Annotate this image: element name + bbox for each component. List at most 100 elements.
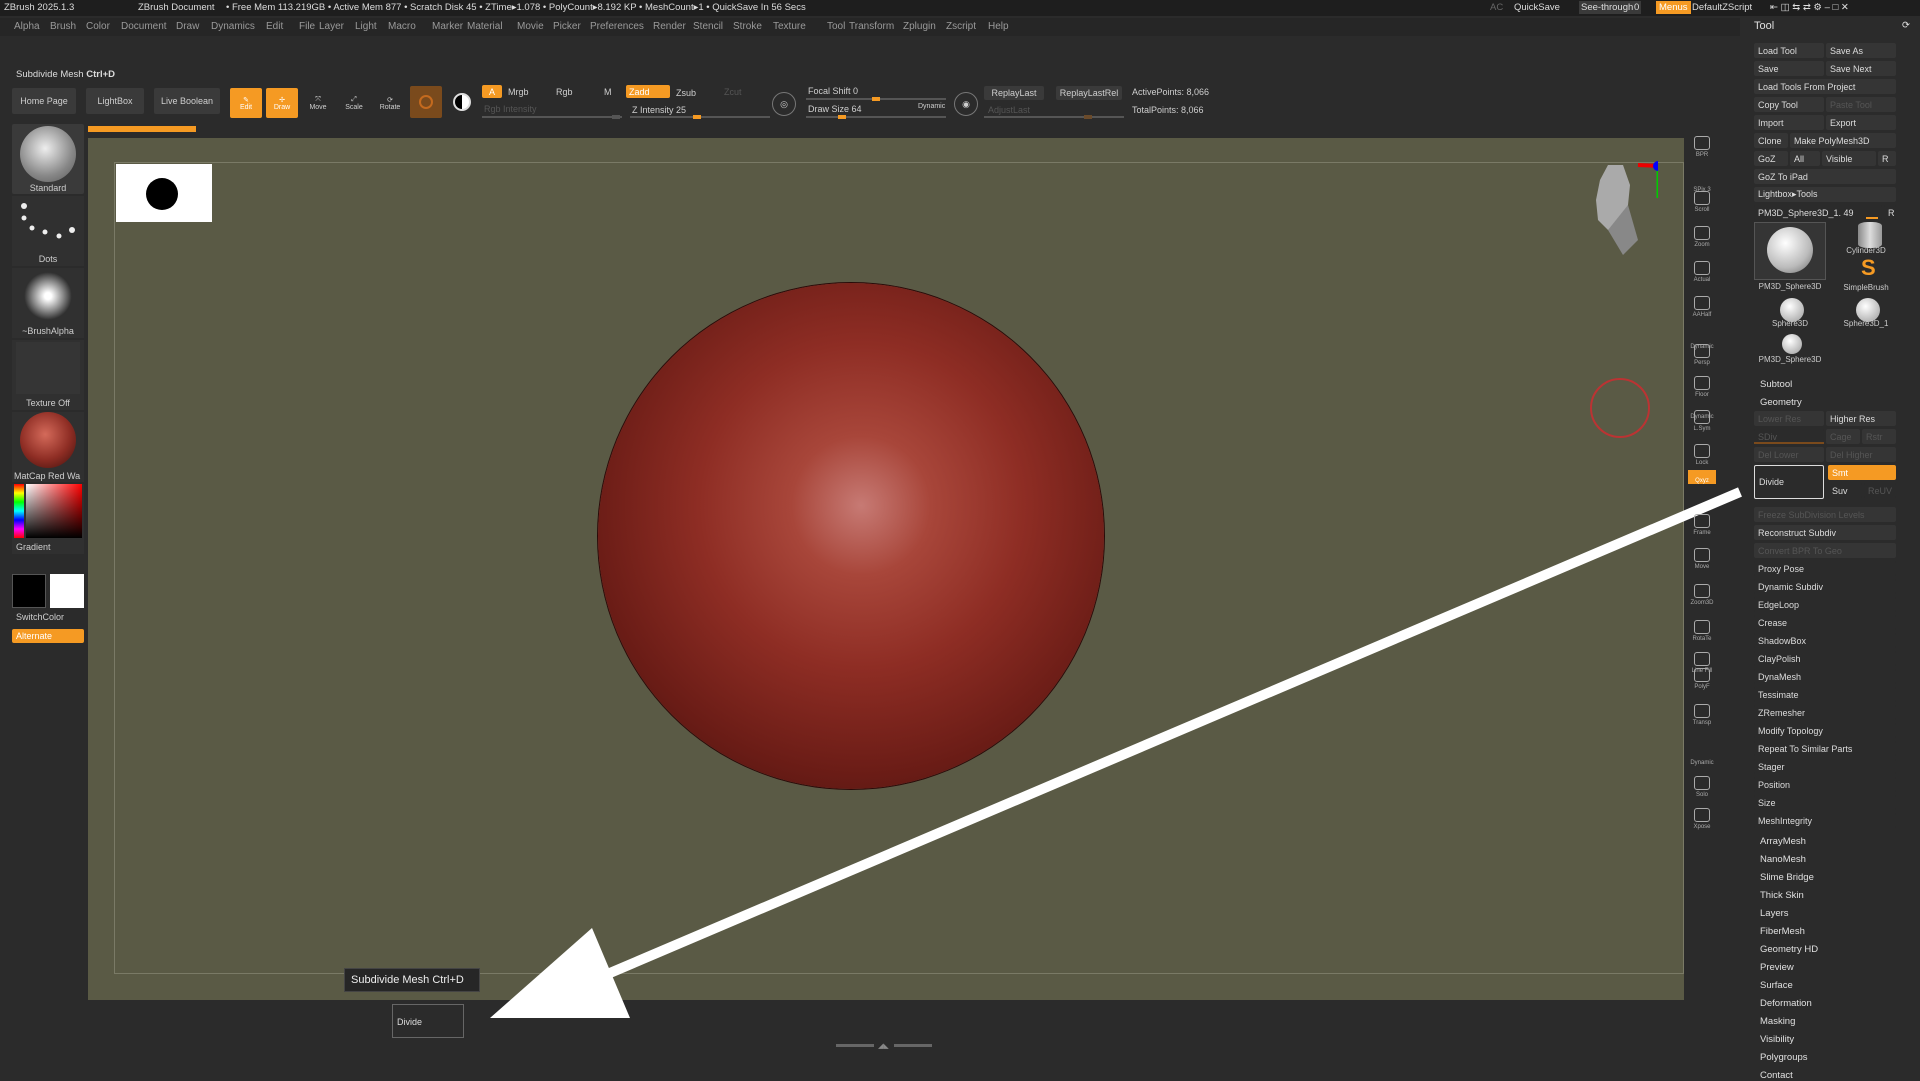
material-slot[interactable]: MatCap Red Wa	[12, 412, 84, 482]
draw-size-slider[interactable]: Draw Size 64	[808, 104, 862, 114]
reuv-button[interactable]: ReUV	[1864, 483, 1896, 498]
menu-movie[interactable]: Movie	[517, 21, 544, 32]
menu-stroke[interactable]: Stroke	[733, 21, 762, 32]
sdiv-track[interactable]	[1754, 442, 1824, 444]
smt-toggle[interactable]: Smt	[1828, 465, 1896, 480]
color-picker[interactable]: Gradient	[12, 484, 84, 554]
current-tool-slider[interactable]: PM3D_Sphere3D_1. 49	[1754, 205, 1882, 220]
section-contact[interactable]: Contact	[1760, 1070, 1793, 1081]
mrgb-button[interactable]: Mrgb	[508, 87, 529, 97]
refresh-icon[interactable]: ⟳	[1902, 20, 1910, 31]
menu-color[interactable]: Color	[86, 21, 110, 32]
draw-size-icon[interactable]: ◉	[954, 92, 978, 116]
shelf-xpose-button[interactable]: Xpose	[1688, 802, 1716, 830]
quicksave-button[interactable]: QuickSave	[1514, 2, 1560, 13]
geometry-crease[interactable]: Crease	[1754, 615, 1896, 630]
color-square[interactable]	[26, 484, 82, 538]
shelf-aahalf-button[interactable]: AAHalf	[1688, 290, 1716, 318]
menu-help[interactable]: Help	[988, 21, 1009, 32]
menu-render[interactable]: Render	[653, 21, 686, 32]
menu-file[interactable]: File	[299, 21, 315, 32]
alpha-slot[interactable]: ~BrushAlpha	[12, 268, 84, 338]
menu-macro[interactable]: Macro	[388, 21, 416, 32]
geometry-convert-bpr-to-geo[interactable]: Convert BPR To Geo	[1754, 543, 1896, 558]
rotate-button[interactable]: ⟳ Rotate	[374, 88, 406, 118]
cage-button[interactable]: Cage	[1826, 429, 1860, 444]
color-picker-button[interactable]	[448, 88, 476, 116]
ac-label[interactable]: AC	[1490, 2, 1503, 13]
shelf-l-sym-button[interactable]: L.Sym	[1688, 404, 1716, 432]
lower-res-button[interactable]: Lower Res	[1754, 411, 1824, 426]
lightbox-button[interactable]: LightBox	[86, 88, 144, 114]
menu-zplugin[interactable]: Zplugin	[903, 21, 936, 32]
menu-edit[interactable]: Edit	[266, 21, 283, 32]
draw-button[interactable]: ✢ Draw	[266, 88, 298, 118]
navigator-thumbnail[interactable]	[116, 164, 212, 222]
menu-marker[interactable]: Marker	[432, 21, 463, 32]
subtool-section[interactable]: Subtool	[1760, 379, 1792, 390]
divide-button[interactable]: Divide	[1754, 465, 1824, 499]
menu-preferences[interactable]: Preferences	[590, 21, 644, 32]
paste-tool-button[interactable]: Paste Tool	[1826, 97, 1896, 112]
import-button[interactable]: Import	[1754, 115, 1824, 130]
texture-slot[interactable]: Texture Off	[12, 340, 84, 410]
replay-last-button[interactable]: ReplayLast	[984, 86, 1044, 100]
menu-picker[interactable]: Picker	[553, 21, 581, 32]
geometry-reconstruct-subdiv[interactable]: Reconstruct Subdiv	[1754, 525, 1896, 540]
current-tool-r-button[interactable]: R	[1884, 205, 1896, 220]
menu-brush[interactable]: Brush	[50, 21, 76, 32]
section-preview[interactable]: Preview	[1760, 962, 1794, 973]
geometry-proxy-pose[interactable]: Proxy Pose	[1754, 561, 1896, 576]
menu-stencil[interactable]: Stencil	[693, 21, 723, 32]
orientation-head-icon[interactable]	[1568, 160, 1658, 270]
z-intensity-slider[interactable]: Z Intensity 25	[632, 105, 686, 115]
del-higher-button[interactable]: Del Higher	[1826, 447, 1896, 462]
stroke-slot[interactable]: Dots	[12, 196, 84, 266]
geometry-stager[interactable]: Stager	[1754, 759, 1896, 774]
section-arraymesh[interactable]: ArrayMesh	[1760, 836, 1806, 847]
suv-toggle[interactable]: Suv	[1828, 483, 1862, 498]
zsub-button[interactable]: Zsub	[676, 88, 696, 98]
move-button[interactable]: ⤧ Move	[302, 88, 334, 118]
default-zscript[interactable]: DefaultZScript	[1692, 2, 1752, 13]
thumb-pm3d-sphere[interactable]	[1754, 222, 1826, 280]
section-geometry-hd[interactable]: Geometry HD	[1760, 944, 1818, 955]
edit-button[interactable]: ✎ Edit	[230, 88, 262, 118]
geometry-zremesher[interactable]: ZRemesher	[1754, 705, 1896, 720]
geometry-dynamesh[interactable]: DynaMesh	[1754, 669, 1896, 684]
shelf-lock-button[interactable]: Lock	[1688, 438, 1716, 466]
geometry-repeat-to-similar-parts[interactable]: Repeat To Similar Parts	[1754, 741, 1896, 756]
geometry-freeze-subdivision-levels[interactable]: Freeze SubDivision Levels	[1754, 507, 1896, 522]
adjust-last-track[interactable]	[984, 115, 1124, 119]
menu-light[interactable]: Light	[355, 21, 377, 32]
section-surface[interactable]: Surface	[1760, 980, 1793, 991]
cylinder3d-thumb[interactable]	[1858, 222, 1882, 248]
geometry-section[interactable]: Geometry	[1760, 397, 1802, 408]
shelf-qxyz-button[interactable]: Qxyz	[1688, 470, 1716, 484]
scale-button[interactable]: ⤢ Scale	[338, 88, 370, 118]
menu-material[interactable]: Material	[467, 21, 503, 32]
menu-dynamics[interactable]: Dynamics	[211, 21, 255, 32]
focal-shift-track[interactable]	[806, 97, 946, 101]
section-slime-bridge[interactable]: Slime Bridge	[1760, 872, 1814, 883]
load-from-project-button[interactable]: Load Tools From Project	[1754, 79, 1896, 94]
load-tool-button[interactable]: Load Tool	[1754, 43, 1824, 58]
shelf-actual-button[interactable]: Actual	[1688, 255, 1716, 283]
section-polygroups[interactable]: Polygroups	[1760, 1052, 1808, 1063]
geometry-meshintegrity[interactable]: MeshIntegrity	[1754, 813, 1896, 828]
geometry-modify-topology[interactable]: Modify Topology	[1754, 723, 1896, 738]
alternate-button[interactable]: Alternate	[12, 629, 84, 643]
menu-zscript[interactable]: Zscript	[946, 21, 976, 32]
geometry-tessimate[interactable]: Tessimate	[1754, 687, 1896, 702]
rstr-button[interactable]: Rstr	[1862, 429, 1896, 444]
pm3d-sphere-2-thumb[interactable]	[1782, 334, 1802, 354]
focal-shift-icon[interactable]: ◎	[772, 92, 796, 116]
rgb-button[interactable]: Rgb	[556, 87, 573, 97]
current-tool-slider-thumb[interactable]	[1866, 217, 1878, 219]
dynamic-toggle[interactable]: Dynamic	[918, 103, 945, 110]
make-polymesh-button[interactable]: Make PolyMesh3D	[1790, 133, 1896, 148]
window-controls[interactable]: ⇤ ◫ ⇆ ⇄ ⚙ – □ ✕	[1770, 2, 1849, 13]
geometry-edgeloop[interactable]: EdgeLoop	[1754, 597, 1896, 612]
live-boolean-button[interactable]: Live Boolean	[154, 88, 220, 114]
replay-last-rel-button[interactable]: ReplayLastRel	[1056, 86, 1122, 100]
